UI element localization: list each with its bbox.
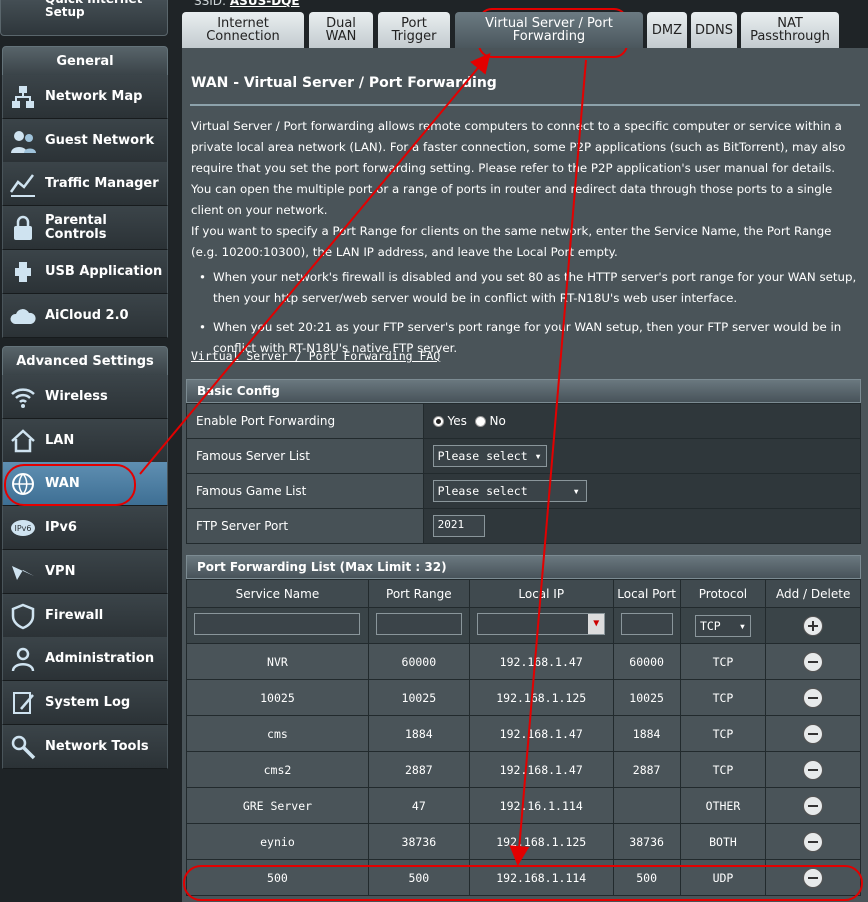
- tab-label: Internet Connection: [206, 16, 280, 44]
- tab-ddns[interactable]: DDNS: [691, 12, 737, 48]
- arrow-tab-to-row: [509, 59, 587, 866]
- annotation-arrows: [139, 52, 587, 866]
- tab-internet-connection[interactable]: Internet Connection: [182, 12, 304, 48]
- arrow-wan-to-tab: [139, 52, 491, 475]
- tab-virtual-server-port-forwarding[interactable]: Virtual Server / Port Forwarding: [455, 12, 643, 48]
- tab-nat-passthrough[interactable]: NAT Passthrough: [741, 12, 839, 48]
- tab-port-trigger[interactable]: Port Trigger: [378, 12, 450, 48]
- tab-label: Dual WAN: [325, 16, 357, 44]
- tab-label: NAT Passthrough: [750, 16, 830, 44]
- tab-label: Virtual Server / Port Forwarding: [485, 16, 613, 44]
- tab-label: DDNS: [695, 22, 733, 38]
- tab-dual-wan[interactable]: Dual WAN: [309, 12, 373, 48]
- tab-label: Port Trigger: [391, 16, 437, 44]
- tab-dmz[interactable]: DMZ: [647, 12, 687, 48]
- tab-label: DMZ: [651, 22, 683, 38]
